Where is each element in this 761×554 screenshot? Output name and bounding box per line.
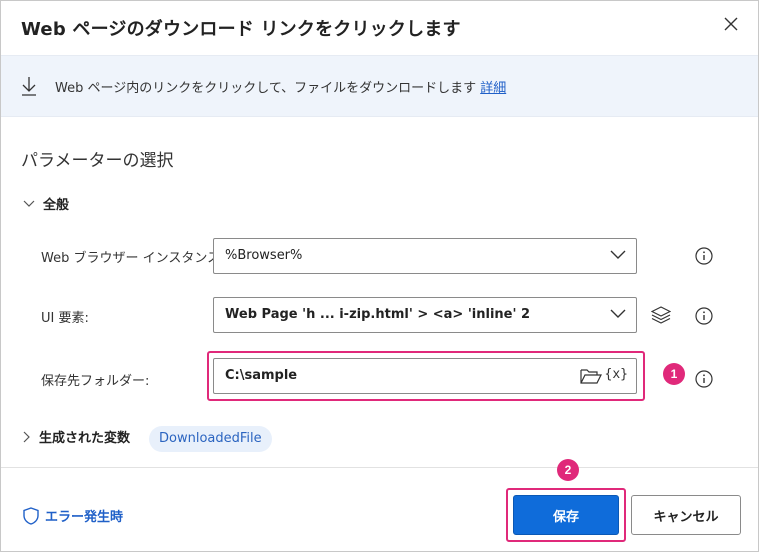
info-icon[interactable] <box>695 247 713 265</box>
general-group-label: 全般 <box>43 198 70 213</box>
cancel-button[interactable]: キャンセル <box>631 495 741 535</box>
download-link-dialog: Web ページのダウンロード リンクをクリックします Web ページ内のリンクを… <box>0 0 759 552</box>
info-banner: Web ページ内のリンクをクリックして、ファイルをダウンロードします 詳細 <box>1 55 758 117</box>
destination-folder-label: 保存先フォルダー: <box>41 374 150 389</box>
step-badge-1: 1 <box>663 363 685 385</box>
destination-folder-value: C:\sample <box>225 368 298 383</box>
info-icon[interactable] <box>695 370 713 388</box>
generated-variables-label: 生成された変数 <box>39 431 131 446</box>
destination-folder-input[interactable]: C:\sample {x} <box>213 358 637 394</box>
chevron-down-icon <box>610 250 626 259</box>
chevron-down-icon <box>610 309 626 318</box>
banner-description: Web ページ内のリンクをクリックして、ファイルをダウンロードします 詳細 <box>55 77 506 96</box>
browser-instance-select[interactable]: %Browser% <box>213 238 637 274</box>
folder-open-icon[interactable] <box>580 368 602 385</box>
details-link[interactable]: 詳細 <box>480 81 506 96</box>
variable-chip-downloadedfile[interactable]: DownloadedFile <box>149 426 272 452</box>
ui-element-label: UI 要素: <box>41 311 89 326</box>
dialog-title: Web ページのダウンロード リンクをクリックします <box>21 19 461 40</box>
save-button[interactable]: 保存 <box>513 495 619 535</box>
download-icon <box>22 77 36 96</box>
generated-variables-toggle[interactable]: 生成された変数 <box>23 427 130 446</box>
banner-text: Web ページ内のリンクをクリックして、ファイルをダウンロードします <box>55 81 477 96</box>
browser-instance-value: %Browser% <box>225 248 303 263</box>
chevron-right-icon <box>23 431 30 442</box>
on-error-label: エラー発生時 <box>45 510 124 525</box>
browser-instance-label: Web ブラウザー インスタンス: <box>41 251 225 266</box>
on-error-button[interactable]: エラー発生時 <box>23 506 123 525</box>
close-button[interactable] <box>718 11 744 37</box>
layers-icon[interactable] <box>651 306 671 324</box>
section-title: パラメーターの選択 <box>21 151 174 171</box>
footer-divider <box>1 467 758 468</box>
shield-icon <box>23 506 39 525</box>
variable-picker-icon[interactable]: {x} <box>605 367 628 382</box>
info-icon[interactable] <box>695 307 713 325</box>
ui-element-select[interactable]: Web Page 'h ... i-zip.html' > <a> 'inlin… <box>213 297 637 333</box>
step-badge-2: 2 <box>557 459 579 481</box>
ui-element-value: Web Page 'h ... i-zip.html' > <a> 'inlin… <box>225 307 531 322</box>
general-group-toggle[interactable]: 全般 <box>23 194 69 213</box>
chevron-down-icon <box>23 200 35 207</box>
close-icon <box>724 17 738 31</box>
